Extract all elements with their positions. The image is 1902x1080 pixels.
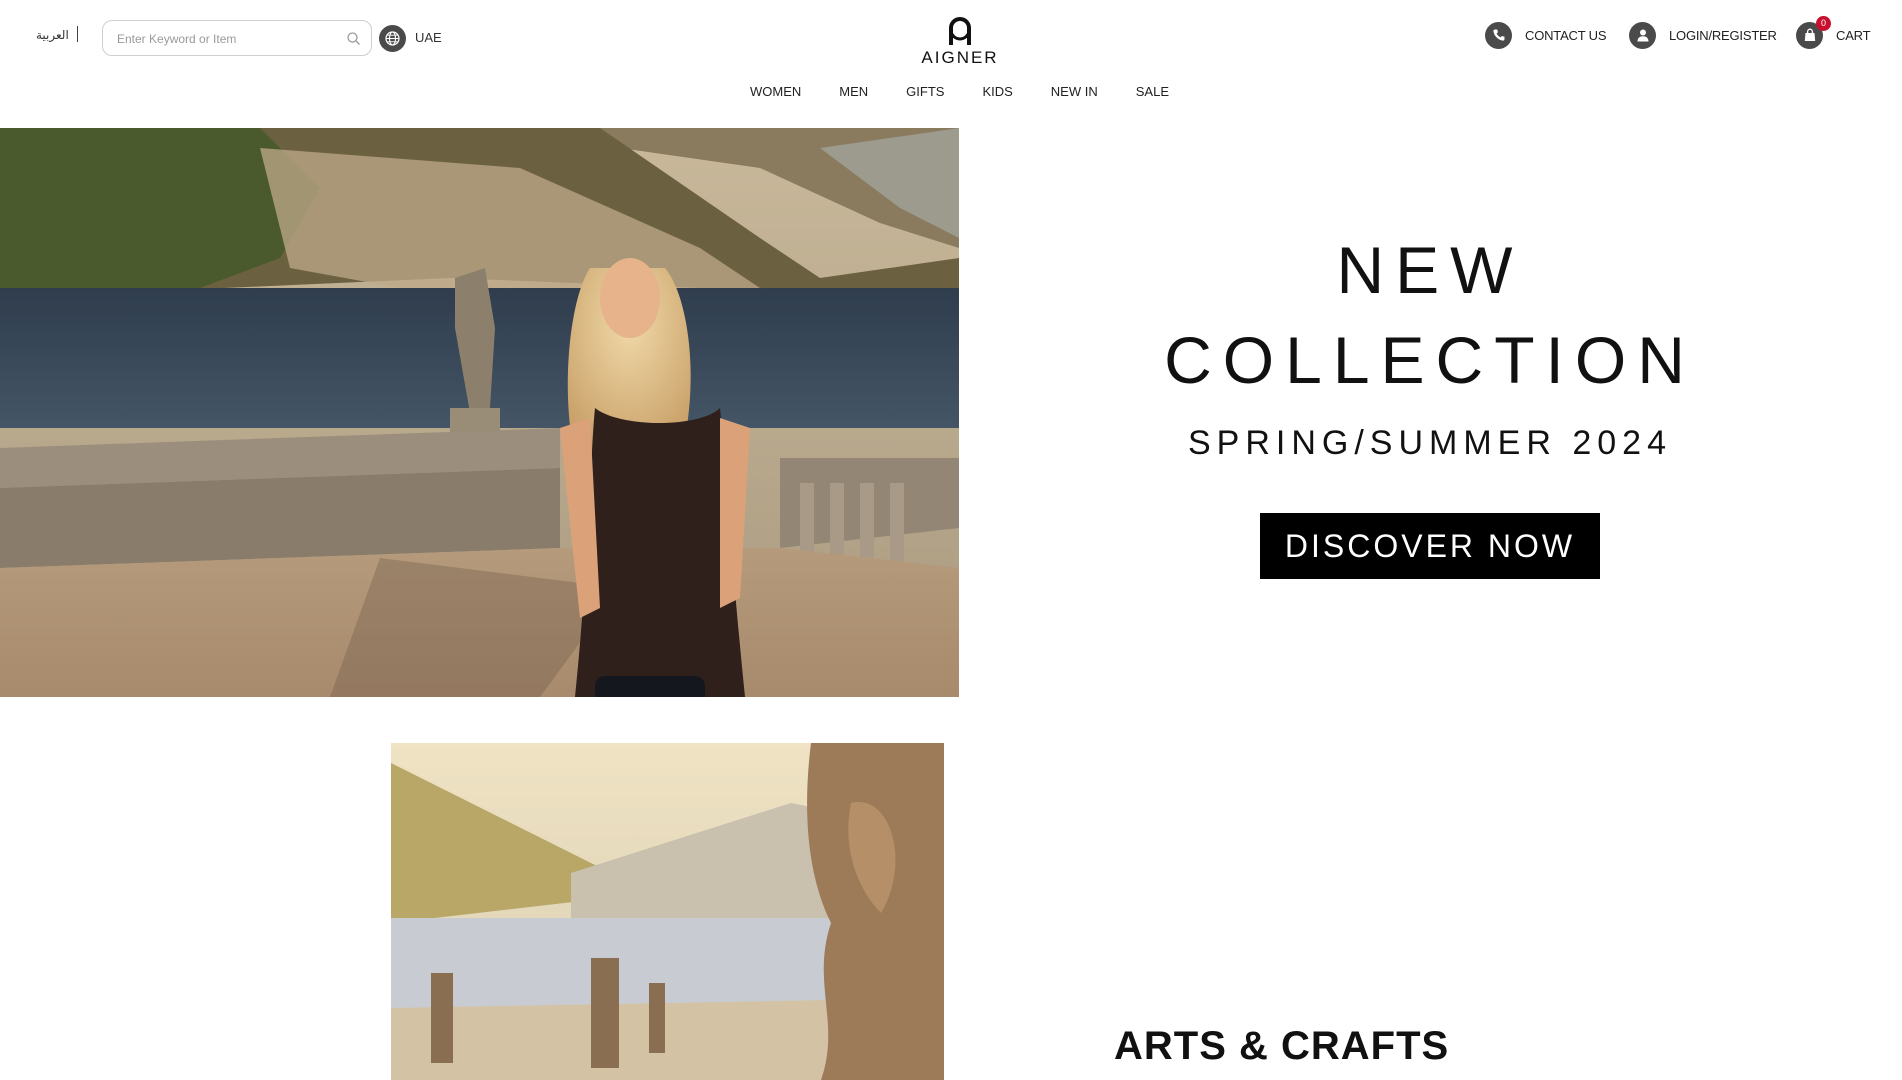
main-navigation: WOMEN MEN GIFTS KIDS NEW IN SALE (0, 84, 1902, 108)
logo-text: AIGNER (921, 48, 999, 67)
cart-label: CART (1836, 27, 1871, 43)
logo-mark-icon (949, 17, 971, 45)
site-header: العربية UAE AIGNER CONTACT US (0, 0, 1902, 128)
user-icon (1629, 21, 1656, 49)
nav-item-women[interactable]: WOMEN (750, 84, 801, 108)
brand-logo[interactable]: AIGNER (914, 16, 1006, 72)
shopping-bag-icon: 0 (1796, 15, 1831, 49)
phone-icon (1485, 21, 1512, 49)
nav-item-sale[interactable]: SALE (1136, 84, 1169, 108)
nav-item-gifts[interactable]: GIFTS (906, 84, 944, 108)
divider (77, 26, 78, 42)
arts-crafts-image[interactable] (391, 743, 944, 1080)
search-input[interactable] (117, 29, 337, 49)
nav-item-kids[interactable]: KIDS (982, 84, 1012, 108)
cart-link[interactable]: 0 CART (1796, 15, 1871, 50)
nav-item-new-in[interactable]: NEW IN (1051, 84, 1098, 108)
hero-image[interactable] (0, 128, 959, 697)
login-register-link[interactable]: LOGIN/REGISTER (1629, 20, 1777, 50)
login-register-label: LOGIN/REGISTER (1669, 27, 1777, 43)
language-switch-link[interactable]: العربية (36, 28, 69, 42)
region-selector[interactable]: UAE (415, 30, 442, 45)
search-icon[interactable] (345, 30, 363, 48)
contact-us-label: CONTACT US (1525, 27, 1607, 43)
search-box (102, 20, 372, 56)
cart-count-badge: 0 (1816, 15, 1831, 31)
hero-subtitle: SPRING/SUMMER 2024 (1188, 424, 1672, 462)
hero-text-block: NEW COLLECTION SPRING/SUMMER 2024 DISCOV… (1100, 230, 1760, 579)
contact-us-link[interactable]: CONTACT US (1485, 20, 1607, 50)
globe-icon[interactable] (379, 25, 406, 52)
hero-title-line-1: NEW (1336, 233, 1524, 307)
discover-now-button[interactable]: DISCOVER NOW (1260, 513, 1600, 579)
nav-item-men[interactable]: MEN (839, 84, 868, 108)
arts-crafts-title: ARTS & CRAFTS (1114, 1024, 1450, 1068)
hero-title-line-2: COLLECTION (1164, 323, 1696, 397)
